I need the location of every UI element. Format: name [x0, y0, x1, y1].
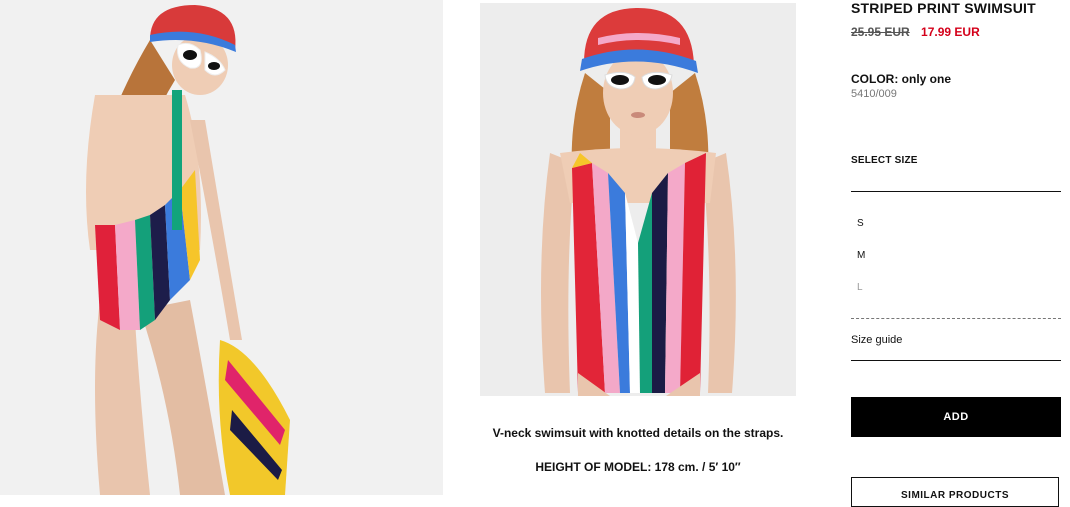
size-option-l[interactable]: L: [857, 282, 865, 314]
divider-dashed: [851, 318, 1061, 319]
size-guide-link[interactable]: Size guide: [851, 334, 902, 346]
add-to-cart-button[interactable]: ADD: [851, 397, 1061, 437]
divider: [851, 360, 1061, 361]
product-description: V-neck swimsuit with knotted details on …: [480, 424, 796, 476]
size-option-m[interactable]: M: [857, 250, 865, 282]
model-height: HEIGHT OF MODEL: 178 cm. / 5′ 10″: [535, 460, 741, 474]
divider: [851, 191, 1061, 192]
description-text: V-neck swimsuit with knotted details on …: [492, 426, 784, 440]
price-block: 25.95 EUR 17.99 EUR: [851, 25, 980, 39]
size-options: S M L: [857, 218, 865, 314]
product-photo-back[interactable]: [0, 0, 443, 495]
size-option-s[interactable]: S: [857, 218, 865, 250]
select-size-heading: SELECT SIZE: [851, 155, 918, 166]
similar-products-button[interactable]: SIMILAR PRODUCTS: [851, 477, 1059, 507]
color-label: COLOR: only one: [851, 72, 951, 86]
sale-price: 17.99 EUR: [921, 25, 980, 39]
product-photo-front[interactable]: [480, 3, 796, 396]
product-reference: 5410/009: [851, 88, 897, 100]
old-price: 25.95 EUR: [851, 25, 910, 39]
product-title: STRIPED PRINT SWIMSUIT: [851, 0, 1036, 16]
